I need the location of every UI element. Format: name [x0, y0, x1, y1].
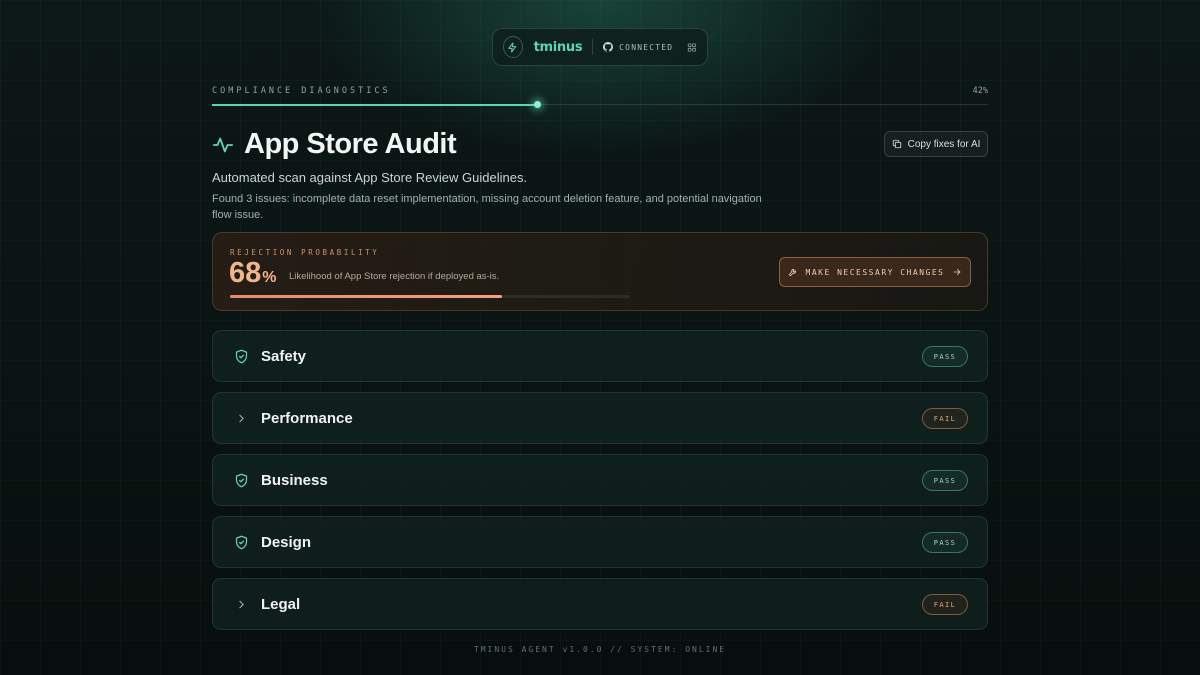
rejection-label: REJECTION PROBABILITY [230, 248, 380, 257]
shield-check-icon [233, 534, 249, 550]
divider [592, 39, 594, 55]
copy-fixes-label: Copy fixes for AI [907, 138, 981, 150]
status-badge: FAIL [922, 594, 968, 615]
make-changes-button[interactable]: MAKE NECESSARY CHANGES [779, 257, 971, 287]
audit-header: App Store Audit Automated scan against A… [212, 128, 988, 223]
issue-summary: Found 3 issues: incomplete data reset im… [212, 193, 762, 221]
category-row-safety[interactable]: Safety PASS [212, 330, 988, 382]
brand-name: tminus [533, 39, 583, 55]
rejection-description: Likelihood of App Store rejection if dep… [289, 271, 500, 282]
category-name: Safety [261, 347, 307, 365]
connection-label: CONNECTED [619, 42, 674, 52]
bolt-icon[interactable] [503, 36, 523, 58]
chevron-right-icon [233, 410, 249, 426]
category-name: Legal [261, 595, 301, 613]
compliance-progress: COMPLIANCE DIAGNOSTICS 42% [212, 86, 988, 108]
rejection-probability-card: REJECTION PROBABILITY 68% Likelihood of … [212, 232, 988, 311]
progress-indicator [534, 101, 542, 108]
footer-version: TMINUS AGENT v1.0.0 // SYSTEM: ONLINE [473, 645, 727, 654]
rejection-bar-fill [230, 295, 502, 298]
rejection-unit: % [262, 269, 277, 286]
github-icon [603, 42, 614, 52]
activity-icon [212, 137, 234, 152]
category-row-design[interactable]: Design PASS [212, 516, 988, 568]
category-row-legal[interactable]: Legal FAIL [212, 578, 988, 630]
top-status-bar: tminus CONNECTED [492, 28, 708, 66]
category-name: Business [261, 471, 328, 489]
page-subtitle: Automated scan against App Store Review … [212, 170, 528, 185]
grid-icon[interactable] [687, 42, 697, 53]
category-name: Performance [261, 409, 353, 427]
rejection-number: 68 [229, 257, 262, 289]
progress-fill [212, 103, 538, 106]
progress-label: COMPLIANCE DIAGNOSTICS [212, 86, 391, 96]
shield-check-icon [233, 472, 249, 488]
copy-icon [892, 139, 901, 149]
rejection-value: 68% [229, 257, 277, 290]
wrench-icon [788, 269, 796, 277]
progress-percent: 42% [972, 86, 988, 96]
progress-track [212, 101, 988, 108]
copy-fixes-button[interactable]: Copy fixes for AI [884, 131, 988, 157]
category-row-performance[interactable]: Performance FAIL [212, 392, 988, 444]
rejection-bar-track [230, 295, 630, 298]
status-badge: PASS [922, 532, 968, 553]
chevron-right-icon [233, 596, 249, 612]
status-badge: PASS [922, 470, 968, 491]
status-badge: FAIL [922, 408, 968, 429]
category-name: Design [261, 533, 312, 551]
shield-check-icon [233, 348, 249, 364]
make-changes-label: MAKE NECESSARY CHANGES [805, 267, 945, 277]
arrow-right-icon [954, 269, 961, 275]
page-title: App Store Audit [244, 128, 457, 160]
category-row-business[interactable]: Business PASS [212, 454, 988, 506]
status-badge: PASS [922, 346, 968, 367]
connection-status[interactable]: CONNECTED [603, 42, 673, 52]
